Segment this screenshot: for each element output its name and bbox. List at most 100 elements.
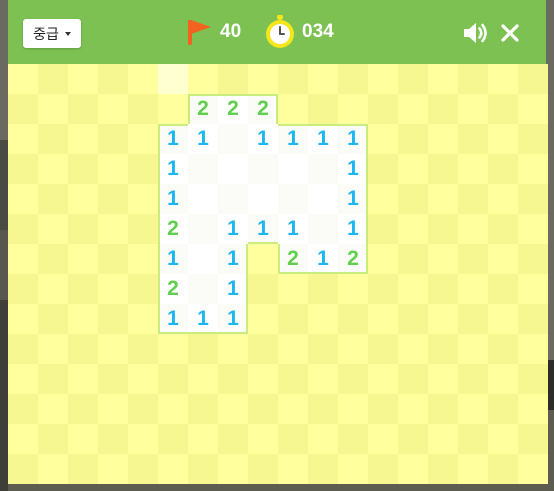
covered-cell[interactable] (428, 394, 458, 424)
covered-cell[interactable] (248, 244, 278, 274)
covered-cell[interactable] (128, 64, 158, 94)
covered-cell[interactable] (368, 154, 398, 184)
covered-cell[interactable] (368, 274, 398, 304)
covered-cell[interactable] (428, 274, 458, 304)
covered-cell[interactable] (218, 394, 248, 424)
covered-cell[interactable] (368, 64, 398, 94)
revealed-cell[interactable]: 1 (218, 214, 248, 244)
revealed-cell[interactable] (218, 124, 248, 154)
revealed-cell[interactable]: 1 (338, 184, 368, 214)
covered-cell[interactable] (248, 274, 278, 304)
covered-cell[interactable] (458, 64, 488, 94)
covered-cell[interactable] (458, 454, 488, 484)
revealed-cell[interactable]: 1 (188, 124, 218, 154)
covered-cell[interactable] (458, 244, 488, 274)
covered-cell[interactable] (308, 334, 338, 364)
covered-cell[interactable] (428, 214, 458, 244)
covered-cell[interactable] (398, 214, 428, 244)
covered-cell[interactable] (278, 304, 308, 334)
covered-cell[interactable] (518, 124, 548, 154)
covered-cell[interactable] (248, 364, 278, 394)
covered-cell[interactable] (428, 304, 458, 334)
covered-cell[interactable] (128, 304, 158, 334)
covered-cell[interactable] (8, 454, 38, 484)
revealed-cell[interactable]: 1 (278, 214, 308, 244)
covered-cell[interactable] (218, 64, 248, 94)
covered-cell[interactable] (38, 454, 68, 484)
covered-cell[interactable] (308, 94, 338, 124)
covered-cell[interactable] (68, 454, 98, 484)
revealed-cell[interactable]: 1 (158, 184, 188, 214)
covered-cell[interactable] (428, 454, 458, 484)
covered-cell[interactable] (458, 94, 488, 124)
covered-cell[interactable] (158, 364, 188, 394)
revealed-cell[interactable]: 2 (158, 274, 188, 304)
covered-cell[interactable] (428, 364, 458, 394)
covered-cell[interactable] (128, 124, 158, 154)
covered-cell[interactable] (68, 304, 98, 334)
covered-cell[interactable] (98, 124, 128, 154)
covered-cell[interactable] (338, 274, 368, 304)
covered-cell[interactable] (368, 334, 398, 364)
covered-cell[interactable] (428, 424, 458, 454)
covered-cell[interactable] (488, 424, 518, 454)
covered-cell[interactable] (188, 364, 218, 394)
covered-cell[interactable] (278, 64, 308, 94)
covered-cell[interactable] (98, 274, 128, 304)
covered-cell[interactable] (38, 394, 68, 424)
covered-cell[interactable] (458, 304, 488, 334)
covered-cell[interactable] (458, 424, 488, 454)
revealed-cell[interactable] (218, 154, 248, 184)
covered-cell[interactable] (518, 394, 548, 424)
covered-cell[interactable] (98, 214, 128, 244)
covered-cell[interactable] (338, 394, 368, 424)
covered-cell[interactable] (308, 64, 338, 94)
covered-cell[interactable] (38, 304, 68, 334)
revealed-cell[interactable]: 2 (218, 94, 248, 124)
covered-cell[interactable] (128, 214, 158, 244)
revealed-cell[interactable]: 1 (218, 304, 248, 334)
covered-cell[interactable] (518, 274, 548, 304)
covered-cell[interactable] (518, 364, 548, 394)
covered-cell[interactable] (248, 394, 278, 424)
revealed-cell[interactable] (308, 154, 338, 184)
covered-cell[interactable] (128, 184, 158, 214)
revealed-cell[interactable]: 1 (278, 124, 308, 154)
covered-cell[interactable] (158, 64, 188, 94)
covered-cell[interactable] (338, 334, 368, 364)
covered-cell[interactable] (188, 394, 218, 424)
covered-cell[interactable] (338, 94, 368, 124)
covered-cell[interactable] (218, 334, 248, 364)
covered-cell[interactable] (38, 124, 68, 154)
covered-cell[interactable] (488, 64, 518, 94)
covered-cell[interactable] (368, 94, 398, 124)
revealed-cell[interactable] (278, 184, 308, 214)
covered-cell[interactable] (188, 334, 218, 364)
revealed-cell[interactable] (248, 184, 278, 214)
covered-cell[interactable] (8, 304, 38, 334)
covered-cell[interactable] (398, 64, 428, 94)
revealed-cell[interactable] (188, 214, 218, 244)
covered-cell[interactable] (518, 184, 548, 214)
covered-cell[interactable] (128, 244, 158, 274)
covered-cell[interactable] (158, 94, 188, 124)
covered-cell[interactable] (398, 304, 428, 334)
covered-cell[interactable] (278, 94, 308, 124)
covered-cell[interactable] (488, 304, 518, 334)
covered-cell[interactable] (218, 424, 248, 454)
covered-cell[interactable] (368, 184, 398, 214)
sound-toggle-button[interactable] (460, 17, 492, 49)
covered-cell[interactable] (338, 424, 368, 454)
covered-cell[interactable] (428, 124, 458, 154)
covered-cell[interactable] (68, 124, 98, 154)
revealed-cell[interactable]: 1 (338, 214, 368, 244)
covered-cell[interactable] (98, 424, 128, 454)
covered-cell[interactable] (518, 64, 548, 94)
revealed-cell[interactable] (248, 154, 278, 184)
covered-cell[interactable] (98, 364, 128, 394)
covered-cell[interactable] (338, 304, 368, 334)
covered-cell[interactable] (488, 214, 518, 244)
covered-cell[interactable] (128, 94, 158, 124)
covered-cell[interactable] (398, 364, 428, 394)
covered-cell[interactable] (38, 424, 68, 454)
